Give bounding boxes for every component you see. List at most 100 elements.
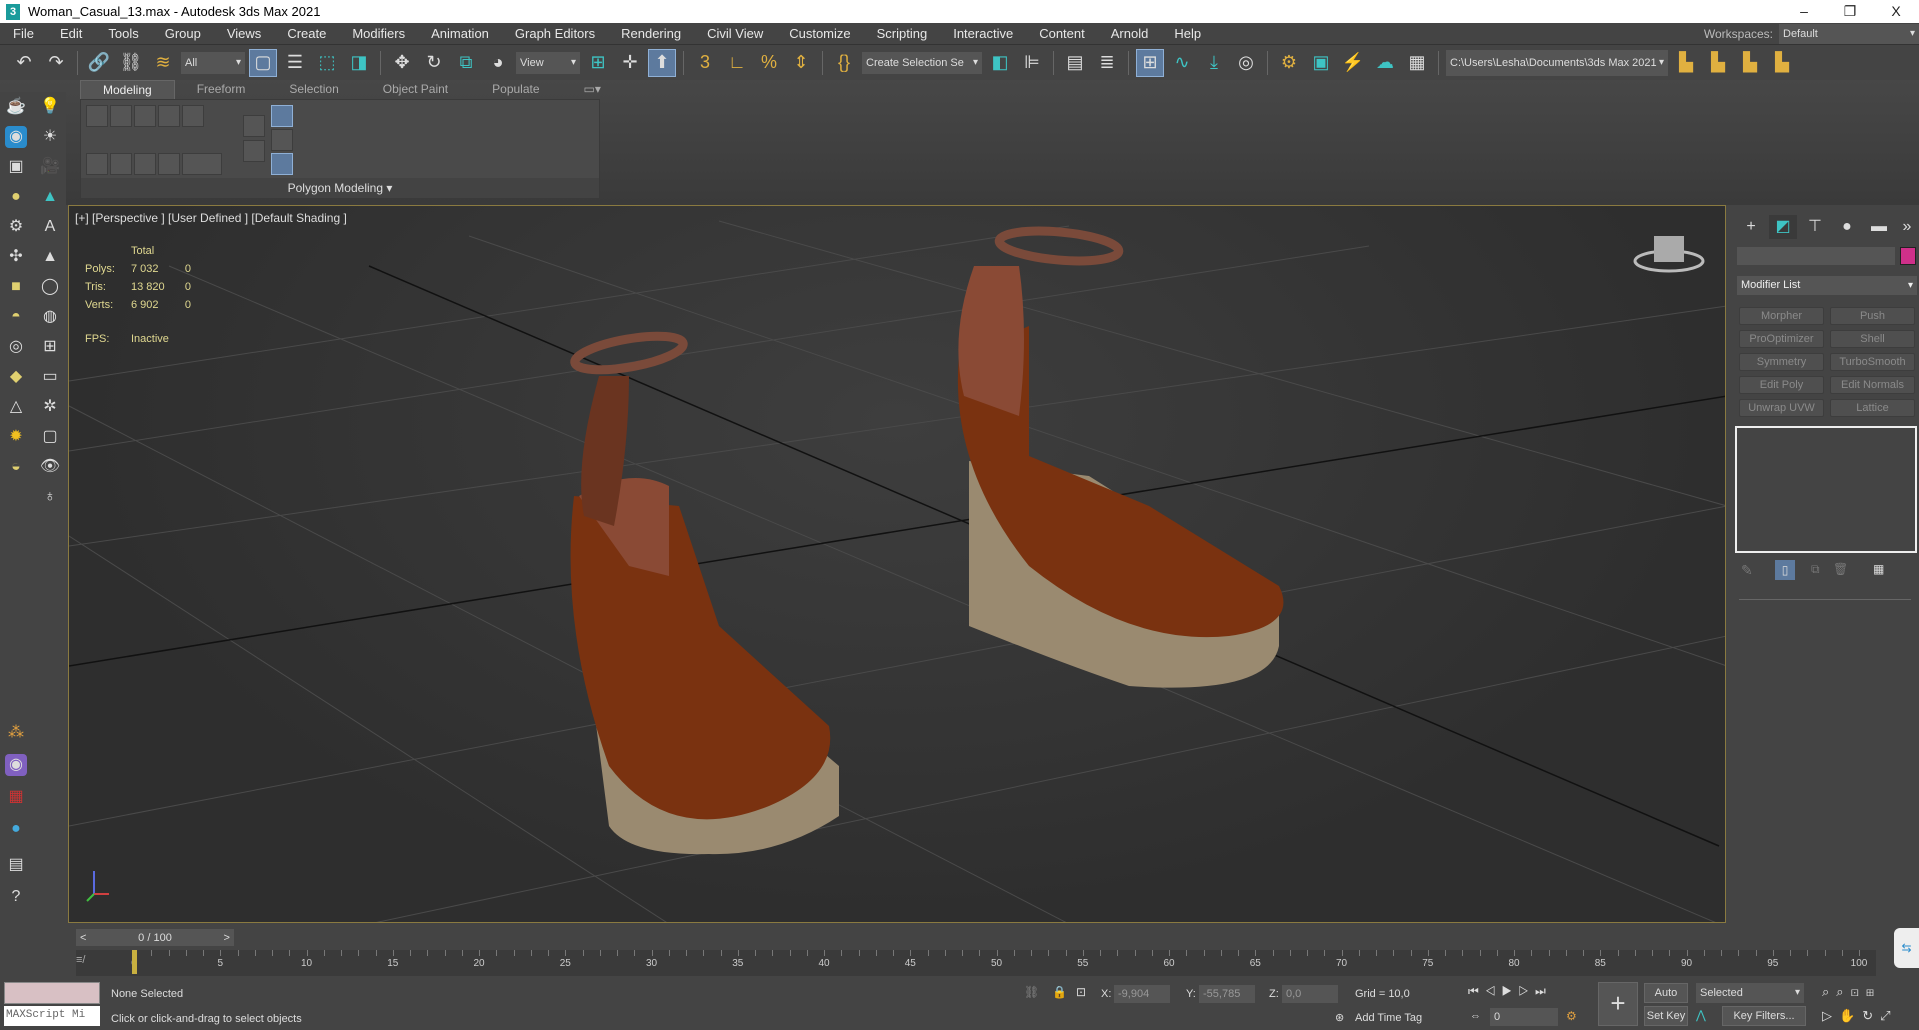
percent-snap-icon[interactable]: % [755, 49, 783, 77]
undo-icon[interactable]: ↶ [10, 49, 38, 77]
key-mode-toggle-icon[interactable]: ⇔ [1470, 1010, 1481, 1022]
helper-icon[interactable]: ✣ [5, 246, 27, 268]
isolate-icon[interactable]: ⛓ [1024, 985, 1039, 999]
previous-frame-icon[interactable]: ◁ [1485, 984, 1502, 998]
zoom-extents-all-icon[interactable]: ⊞ [1866, 984, 1881, 999]
auto-key-button[interactable]: Auto Key [1644, 983, 1688, 1017]
sunlight-icon[interactable]: ✹ [5, 426, 27, 448]
image-icon[interactable]: ▣ [5, 156, 27, 178]
set-key-button[interactable]: Set Key [1644, 1006, 1688, 1026]
move-icon[interactable]: ✥ [388, 49, 416, 77]
next-frame-icon[interactable]: ▷ [1518, 984, 1535, 998]
hemisphere-icon[interactable]: ◒ [5, 456, 27, 478]
geosphere-icon[interactable]: ◍ [39, 306, 61, 328]
menu-customize[interactable]: Customize [776, 26, 863, 41]
bind-space-warp-icon[interactable]: ≋ [149, 49, 177, 77]
redo-icon[interactable]: ↷ [42, 49, 70, 77]
tab-modeling[interactable]: Modeling [80, 80, 175, 100]
render-icon[interactable]: ▦ [5, 786, 27, 808]
modify-mode-icon[interactable] [243, 115, 265, 137]
default-tangents-icon[interactable]: ⋀ [1696, 1008, 1706, 1022]
rotate-icon[interactable]: ↻ [420, 49, 448, 77]
modify-tab-icon[interactable]: ◩ [1769, 215, 1797, 239]
walkthrough-icon[interactable]: 👁 [39, 456, 61, 478]
zoom-icon[interactable]: ⌕ [1822, 984, 1836, 999]
configure-modifier-sets-icon[interactable]: ▦ [1873, 562, 1884, 576]
modifier-stack[interactable] [1735, 426, 1917, 553]
maxscript-input[interactable]: MAXScript Mi [4, 1006, 100, 1026]
menu-modifiers[interactable]: Modifiers [339, 26, 418, 41]
show-end-result-icon[interactable] [271, 153, 293, 175]
ribbon-options-icon[interactable]: ▭▾ [562, 80, 623, 100]
maximize-viewport-icon[interactable]: ⤢ [1880, 1008, 1897, 1023]
time-slider-next[interactable]: > [220, 932, 234, 944]
make-unique-icon[interactable]: ⧉ [1811, 562, 1820, 577]
menu-help[interactable]: Help [1161, 26, 1214, 41]
cone-shape-icon[interactable]: △ [5, 396, 27, 418]
current-frame-field[interactable]: 0 [1490, 1008, 1558, 1026]
placement-icon[interactable]: ◕ [484, 49, 512, 77]
bulb-icon[interactable]: ● [5, 186, 27, 208]
render-grid-icon[interactable]: ▦ [1403, 49, 1431, 77]
toggle-ribbon-icon[interactable]: ⊞ [1136, 48, 1164, 77]
add-time-tag[interactable]: Add Time Tag [1355, 1012, 1422, 1024]
material-editor-icon[interactable]: ◎ [1232, 49, 1260, 77]
x-coordinate-field[interactable]: -9,904 [1114, 985, 1170, 1003]
sphere-icon[interactable]: ◉ [5, 126, 27, 148]
particle-icon[interactable]: ✲ [39, 396, 61, 418]
maxscript-listener-output[interactable] [4, 982, 100, 1004]
y-coordinate-field[interactable]: -55,785 [1199, 985, 1255, 1003]
modifier-button[interactable]: Push [1830, 307, 1915, 325]
teapot-icon[interactable]: ☕ [5, 96, 27, 118]
container-icon[interactable]: ▢ [39, 426, 61, 448]
zoom-extents-icon[interactable]: ⊡ [1851, 984, 1866, 999]
zoom-all-icon[interactable]: ⌕ [1836, 984, 1850, 999]
menu-civil-view[interactable]: Civil View [694, 26, 776, 41]
align-icon[interactable]: ⊫ [1018, 49, 1046, 77]
tree-icon[interactable]: ▲ [39, 186, 61, 208]
element-icon[interactable] [182, 105, 204, 127]
hedra-icon[interactable]: ◆ [5, 366, 27, 388]
scene-explorer-icon[interactable]: ▤ [1061, 49, 1089, 77]
edge-icon[interactable] [110, 105, 132, 127]
schematic-view-icon[interactable]: ⤓ [1200, 49, 1228, 77]
project-tree-icon[interactable]: ▙ [1768, 49, 1796, 77]
key-mode-dropdown[interactable]: Selected [1696, 983, 1804, 1003]
modifier-button[interactable]: Edit Normals [1830, 376, 1915, 394]
tab-populate[interactable]: Populate [470, 80, 561, 100]
modifier-button[interactable]: Edit Poly [1739, 376, 1824, 394]
torus-icon[interactable]: ◯ [39, 276, 61, 298]
help-icon[interactable]: ? [5, 886, 27, 908]
slate-editor-icon[interactable]: ◉ [5, 754, 27, 776]
viewcube[interactable] [1633, 236, 1705, 273]
box-icon[interactable]: ■ [5, 276, 27, 298]
polygon-modeling-dropdown[interactable]: Polygon Modeling ▾ [81, 178, 599, 198]
material-balls-icon[interactable]: ⁂ [5, 722, 27, 744]
render-setup-icon[interactable]: ⚙ [1275, 49, 1303, 77]
absolute-mode-icon[interactable]: ⊡ [1076, 985, 1086, 999]
menu-arnold[interactable]: Arnold [1098, 26, 1162, 41]
remove-modifier-icon[interactable]: 🗑 [1833, 562, 1848, 576]
collapse-stack-icon[interactable] [243, 140, 265, 162]
scene-converter-icon[interactable]: ▤ [5, 854, 27, 876]
modifier-button[interactable]: TurboSmooth [1830, 353, 1915, 371]
tube-icon[interactable]: ◎ [5, 336, 27, 358]
grow-icon[interactable] [86, 153, 108, 175]
project-path-dropdown[interactable]: C:\Users\Lesha\Documents\3ds Max 2021 [1446, 49, 1668, 76]
pan-icon[interactable]: ✋ [1839, 1008, 1862, 1023]
time-slider-prev[interactable]: < [76, 932, 90, 944]
object-name-field[interactable] [1737, 247, 1895, 265]
scale-icon[interactable]: ⧉ [452, 49, 480, 77]
menu-interactive[interactable]: Interactive [940, 26, 1026, 41]
modifier-button[interactable]: Shell [1830, 330, 1915, 348]
set-key-big-button[interactable]: + [1598, 982, 1638, 1026]
key-filters-button[interactable]: Key Filters... [1722, 1006, 1806, 1026]
modifier-button[interactable]: Unwrap UVW [1739, 399, 1824, 417]
project-settings-icon[interactable]: ▙ [1672, 49, 1700, 77]
go-to-start-icon[interactable]: ⏮ [1468, 984, 1485, 998]
preserve-uvs-icon[interactable] [271, 105, 293, 127]
snaps-toggle-icon[interactable]: 3 [691, 49, 719, 77]
pin-stack-icon[interactable]: ✎ [1741, 562, 1753, 579]
perspective-viewport[interactable]: [+] [Perspective ] [User Defined ] [Defa… [68, 205, 1726, 923]
pin-stack-icon[interactable] [271, 129, 293, 151]
